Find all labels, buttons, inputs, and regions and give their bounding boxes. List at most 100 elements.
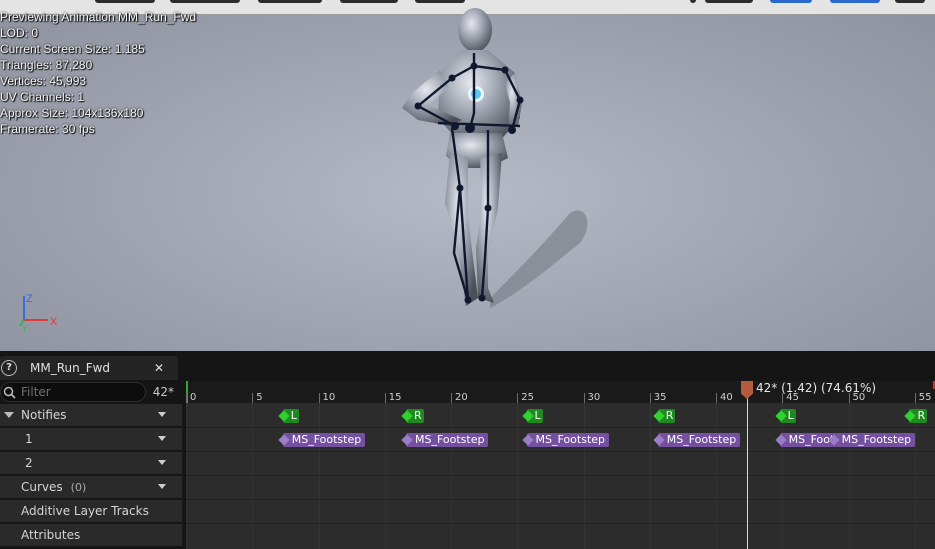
stat-approx-size: Approx Size: 104x136x180 (0, 106, 144, 120)
track-notifies-label: Notifies (21, 408, 67, 422)
help-icon[interactable]: ? (1, 360, 17, 376)
grid-line (914, 403, 916, 549)
axis-gizmo: Z X Y (19, 293, 58, 333)
ruler-tick-label: 0 (190, 392, 197, 403)
track-curves[interactable]: Curves (0) (0, 476, 182, 498)
ruler-tick (517, 393, 519, 403)
toolbar-button[interactable] (690, 0, 696, 3)
chevron-down-icon[interactable] (158, 460, 166, 465)
chevron-down-icon[interactable] (158, 484, 166, 489)
notify-l[interactable]: L (779, 409, 796, 423)
filter-input[interactable] (21, 384, 139, 400)
filter-search-box[interactable] (0, 382, 146, 402)
close-icon[interactable]: ✕ (154, 361, 164, 375)
notify-r[interactable]: R (405, 409, 424, 423)
axis-y-label: Y (22, 324, 28, 333)
scrub-position-label: 42* (1.42) (74.61%) (756, 381, 877, 395)
ruler-tick-label: 40 (720, 392, 733, 403)
ruler-tick-label: 25 (521, 392, 534, 403)
track-notify-1[interactable]: 1 (0, 428, 182, 450)
notify-l[interactable]: L (282, 409, 299, 423)
filter-row: 42* (0, 380, 184, 404)
ruler-tick (914, 393, 916, 403)
track-2-label: 2 (25, 456, 33, 470)
mannequin-model[interactable] (370, 8, 610, 338)
stat-triangles: Triangles: 87,280 (0, 58, 93, 72)
ruler-tick (649, 393, 651, 403)
toolbar-button[interactable] (415, 0, 465, 3)
toolbar-button[interactable] (258, 0, 322, 3)
track-additive-layers[interactable]: Additive Layer Tracks (0, 500, 182, 522)
grid-line (186, 403, 187, 549)
notify-l[interactable]: L (526, 409, 543, 423)
track-notifies[interactable]: Notifies (0, 404, 182, 426)
current-frame-count[interactable]: 42* (153, 385, 174, 399)
row-divider (186, 451, 935, 452)
row-divider (186, 499, 935, 500)
toolbar-button[interactable] (95, 0, 155, 3)
grid-line (451, 403, 452, 549)
notify-ms-footstep[interactable]: MS_Footstep (832, 433, 916, 447)
stat-screen-size: Current Screen Size: 1.185 (0, 42, 145, 56)
ruler-tick-label: 35 (653, 392, 667, 403)
scrub-line (747, 393, 748, 549)
grid-line (649, 403, 651, 549)
ruler-tick (451, 393, 452, 403)
grid-line (716, 403, 717, 549)
ruler-tick-label: 20 (455, 392, 468, 403)
notify-r[interactable]: R (909, 409, 928, 423)
toolbar-button-active[interactable] (770, 0, 812, 3)
toolbar-button[interactable] (170, 0, 240, 3)
ruler-tick (186, 393, 187, 403)
expand-arrow-icon[interactable] (4, 412, 14, 418)
grid-line (318, 403, 320, 549)
toolbar-button[interactable] (705, 0, 753, 3)
axis-z-label: Z (26, 293, 33, 305)
ruler-tick (384, 393, 386, 403)
ruler-tick-label: 55 (918, 392, 932, 403)
ruler-tick-label: 30 (587, 392, 601, 403)
ruler-tick-label: 10 (322, 392, 336, 403)
ruler-tick-label: 5 (256, 392, 263, 403)
track-additive-label: Additive Layer Tracks (21, 504, 149, 518)
track-attributes-label: Attributes (21, 528, 81, 542)
search-icon (3, 386, 16, 399)
ruler-tick (318, 393, 320, 403)
stat-uv-channels: UV Channels: 1 (0, 90, 85, 104)
tab-title: MM_Run_Fwd (30, 361, 111, 375)
track-curves-label: Curves (21, 480, 63, 494)
timeline-grid[interactable]: 0 5 10 15 20 25 30 35 40 45 50 55 42* (1.42) (74.61… (186, 381, 935, 549)
notify-ms-footstep[interactable]: MS_Footstep (405, 433, 489, 447)
notify-ms-footstep[interactable]: MS_Footstep (657, 433, 741, 447)
curves-count: (0) (70, 481, 87, 494)
row-divider (186, 523, 935, 524)
grid-line (384, 403, 386, 549)
stat-framerate: Framerate: 30 fps (0, 122, 95, 136)
ruler-tick (252, 393, 254, 403)
chevron-down-icon[interactable] (158, 412, 166, 417)
grid-line (782, 403, 784, 549)
grid-line (583, 403, 585, 549)
toolbar-button-active[interactable] (830, 0, 880, 3)
tab-mm-run-fwd[interactable]: ? MM_Run_Fwd ✕ (0, 356, 178, 380)
animation-viewport[interactable]: Previewing Animation MM_Run_Fwd LOD: 0 C… (0, 0, 935, 351)
axis-x-label: X (50, 316, 58, 328)
ruler-tick (583, 393, 585, 403)
toolbar-button[interactable] (895, 0, 925, 3)
toolbar-button[interactable] (340, 0, 398, 3)
grid-line (252, 403, 254, 549)
grid-line (848, 403, 850, 549)
viewport-stats-overlay: Previewing Animation MM_Run_Fwd LOD: 0 C… (0, 9, 196, 137)
chevron-down-icon[interactable] (158, 436, 166, 441)
track-attributes[interactable]: Attributes (0, 524, 182, 546)
grid-line (517, 403, 519, 549)
row-divider (186, 475, 935, 476)
notify-ms-footstep[interactable]: MS_Footstep (282, 433, 366, 447)
row-divider (186, 427, 935, 428)
track-1-label: 1 (25, 432, 33, 446)
stat-lod: LOD: 0 (0, 26, 39, 40)
notify-r[interactable]: R (657, 409, 676, 423)
track-notify-2[interactable]: 2 (0, 452, 182, 474)
notify-ms-footstep[interactable]: MS_Footstep (526, 433, 610, 447)
stat-vertices: Vertices: 45,993 (0, 74, 87, 88)
